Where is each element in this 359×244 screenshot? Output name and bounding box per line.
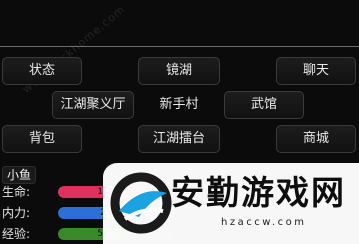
bag-button[interactable]: 背包 [2,125,82,153]
watermark-logo-panel: 安勤游戏网 hzaccw.com [103,163,359,244]
status-button[interactable]: 状态 [2,57,82,85]
martial-hall-button[interactable]: 武馆 [224,91,304,119]
shop-button[interactable]: 商城 [276,125,356,153]
hp-label: 生命: [2,185,31,199]
logo-mark-icon [110,172,172,234]
top-divider [0,46,359,47]
arena-button[interactable]: 江湖擂台 [138,125,220,153]
logo-title: 安勤游戏网 [171,173,346,212]
newbie-village-link[interactable]: 新手村 [140,91,218,119]
chat-button[interactable]: 聊天 [276,57,356,85]
logo-url: hzaccw.com [221,217,307,228]
mp-label: 内力: [2,206,31,220]
player-name: 小鱼 [2,166,37,184]
jinghu-button[interactable]: 镜湖 [138,57,220,85]
hall-button[interactable]: 江湖聚义厅 [52,91,134,119]
exp-label: 经验: [2,227,31,241]
